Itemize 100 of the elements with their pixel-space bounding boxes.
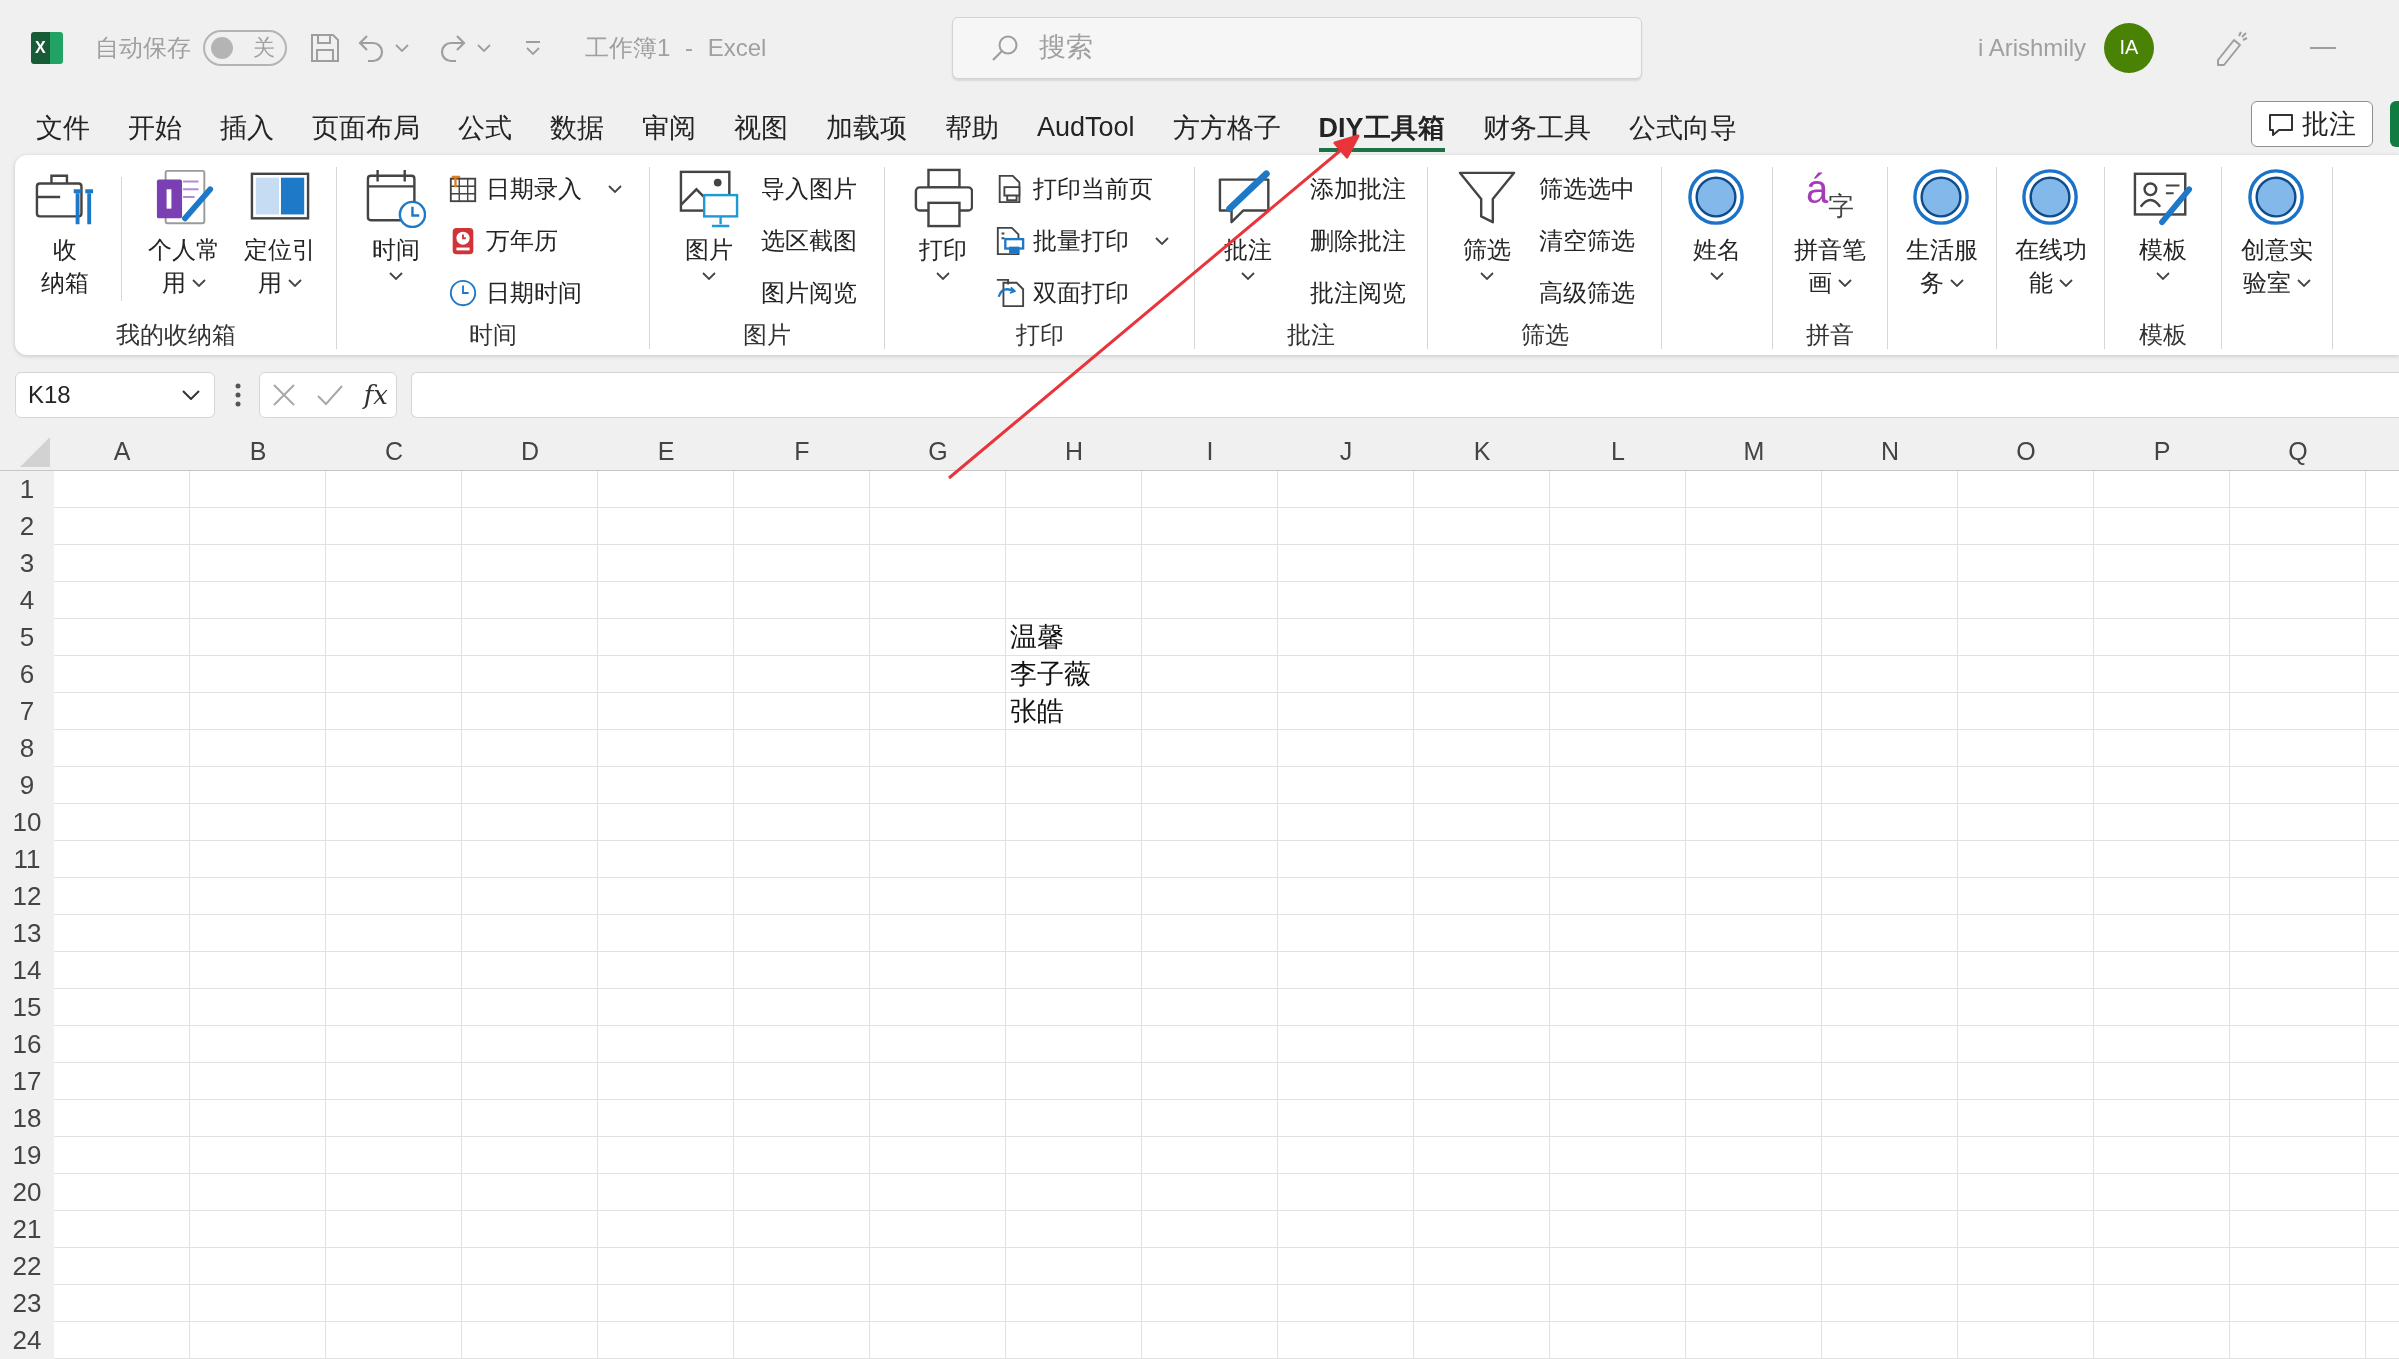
ribbon-tab[interactable]: 视图 [715, 95, 807, 152]
row-header[interactable]: 18 [0, 1100, 54, 1137]
chevron-down-icon[interactable] [1950, 278, 1964, 287]
ribbon-button[interactable]: 批注阅览 [1306, 271, 1410, 315]
row-header[interactable]: 6 [0, 656, 54, 693]
column-header[interactable]: P [2094, 433, 2230, 470]
ribbon-button[interactable]: 批量打印 [990, 219, 1173, 263]
column-header[interactable]: N [1822, 433, 1958, 470]
ribbon-button[interactable]: 打印当前页 [990, 167, 1157, 211]
ribbon-button[interactable]: 双面打印 [990, 271, 1133, 315]
ribbon-button[interactable]: 日期录入 [444, 167, 626, 211]
row-header[interactable]: 22 [0, 1248, 54, 1285]
avatar[interactable]: IA [2104, 22, 2154, 73]
ribbon-button[interactable]: 筛选选中 [1534, 167, 1639, 211]
undo-icon[interactable] [357, 32, 385, 63]
ribbon-tab[interactable]: 开始 [109, 95, 201, 152]
ribbon-tab[interactable]: 审阅 [623, 95, 715, 152]
row-header[interactable]: 17 [0, 1063, 54, 1100]
more-options-icon[interactable] [235, 383, 241, 407]
ribbon-button[interactable]: 收纳箱 [29, 167, 101, 299]
row-header[interactable]: 16 [0, 1026, 54, 1063]
column-header[interactable]: D [462, 433, 598, 470]
ribbon-tab[interactable]: 文件 [17, 95, 109, 152]
row-header[interactable]: 5 [0, 619, 54, 656]
ribbon-button[interactable]: 个人常用 [142, 167, 226, 299]
insert-function-button[interactable]: fx [363, 380, 388, 410]
row-header[interactable]: 14 [0, 952, 54, 989]
ribbon-button[interactable]: 日期时间 [444, 271, 586, 315]
ribbon-tab[interactable]: 帮助 [926, 95, 1018, 152]
row-header[interactable]: 23 [0, 1285, 54, 1322]
ribbon-button[interactable]: 导入图片 [757, 167, 861, 211]
row-header[interactable]: 4 [0, 582, 54, 619]
comments-button[interactable]: 批注 [2251, 100, 2373, 147]
chevron-down-icon[interactable] [935, 272, 950, 280]
column-header[interactable]: M [1686, 433, 1822, 470]
cancel-icon[interactable] [272, 383, 296, 407]
column-header[interactable]: H [1006, 433, 1142, 470]
row-header[interactable]: 2 [0, 508, 54, 545]
row-header[interactable]: 12 [0, 878, 54, 915]
row-header[interactable]: 1 [0, 471, 54, 508]
formula-input[interactable] [411, 372, 2399, 418]
ribbon-button[interactable]: 图片 [673, 167, 745, 280]
row-header[interactable]: 20 [0, 1174, 54, 1211]
chevron-down-icon[interactable] [702, 272, 716, 280]
chevron-down-icon[interactable] [2156, 272, 2170, 280]
sheet-cell[interactable]: 温馨 [1006, 619, 1142, 656]
column-header[interactable]: O [1958, 433, 2094, 470]
check-icon[interactable] [315, 383, 344, 407]
ribbon-button[interactable]: 清空筛选 [1534, 219, 1639, 263]
ribbon-button[interactable]: 定位引用 [238, 167, 322, 299]
chevron-down-icon[interactable] [1838, 278, 1852, 287]
ribbon-tab[interactable]: AudTool [1018, 95, 1154, 152]
partial-button[interactable] [2390, 100, 2399, 147]
column-header[interactable]: A [54, 433, 190, 470]
row-header[interactable]: 7 [0, 693, 54, 730]
chevron-down-icon[interactable] [608, 185, 622, 193]
column-header[interactable]: Q [2230, 433, 2366, 470]
ribbon-tab[interactable]: 财务工具 [1463, 95, 1610, 152]
ribbon-button[interactable]: 选区截图 [757, 219, 861, 263]
save-icon[interactable] [309, 31, 341, 64]
chevron-down-icon[interactable] [182, 390, 200, 400]
sheet-cell[interactable]: 李子薇 [1006, 656, 1142, 693]
ribbon-button[interactable]: 时间 [360, 167, 432, 280]
ribbon-button[interactable]: 筛选 [1450, 167, 1523, 280]
ribbon-tab[interactable]: 公式 [439, 95, 531, 152]
column-header[interactable]: F [734, 433, 870, 470]
row-header[interactable]: 15 [0, 989, 54, 1026]
row-header[interactable]: 9 [0, 767, 54, 804]
row-header[interactable]: 10 [0, 804, 54, 841]
column-header[interactable]: B [190, 433, 326, 470]
column-header[interactable]: J [1278, 433, 1414, 470]
chevron-down-icon[interactable] [389, 272, 403, 280]
search-field[interactable]: 搜索 [952, 16, 1642, 79]
minimize-icon[interactable] [2310, 46, 2336, 49]
ribbon-button[interactable]: 姓名 [1681, 167, 1753, 280]
ribbon-tab[interactable]: 插入 [201, 95, 293, 152]
column-header[interactable]: K [1414, 433, 1550, 470]
column-header[interactable]: E [598, 433, 734, 470]
ribbon-tab[interactable]: 数据 [531, 95, 623, 152]
ribbon-tab[interactable]: 页面布局 [293, 95, 439, 152]
chevron-down-icon[interactable] [1154, 237, 1169, 245]
ribbon-tab[interactable]: 加载项 [807, 95, 926, 152]
chevron-down-icon[interactable] [192, 278, 206, 287]
ribbon-button[interactable]: 删除批注 [1306, 219, 1410, 263]
row-header[interactable]: 8 [0, 730, 54, 767]
column-header[interactable]: I [1142, 433, 1278, 470]
ribbon-button[interactable]: 万年历 [444, 219, 562, 263]
ribbon-tab[interactable]: 方方格子 [1153, 95, 1300, 152]
ribbon-button[interactable]: 图片阅览 [757, 271, 861, 315]
row-header[interactable]: 3 [0, 545, 54, 582]
select-all-icon[interactable] [19, 437, 51, 467]
ribbon-tab[interactable]: 公式向导 [1609, 95, 1756, 152]
column-header[interactable]: L [1550, 433, 1686, 470]
sheet-cell[interactable]: 张皓 [1006, 693, 1142, 730]
ribbon-button[interactable]: 在线功能 [2008, 167, 2093, 299]
row-header[interactable]: 19 [0, 1137, 54, 1174]
row-header[interactable]: 13 [0, 915, 54, 952]
column-header[interactable]: G [870, 433, 1006, 470]
ribbon-button[interactable]: 模板 [2127, 167, 2199, 280]
ribbon-button[interactable]: 打印 [906, 167, 979, 280]
